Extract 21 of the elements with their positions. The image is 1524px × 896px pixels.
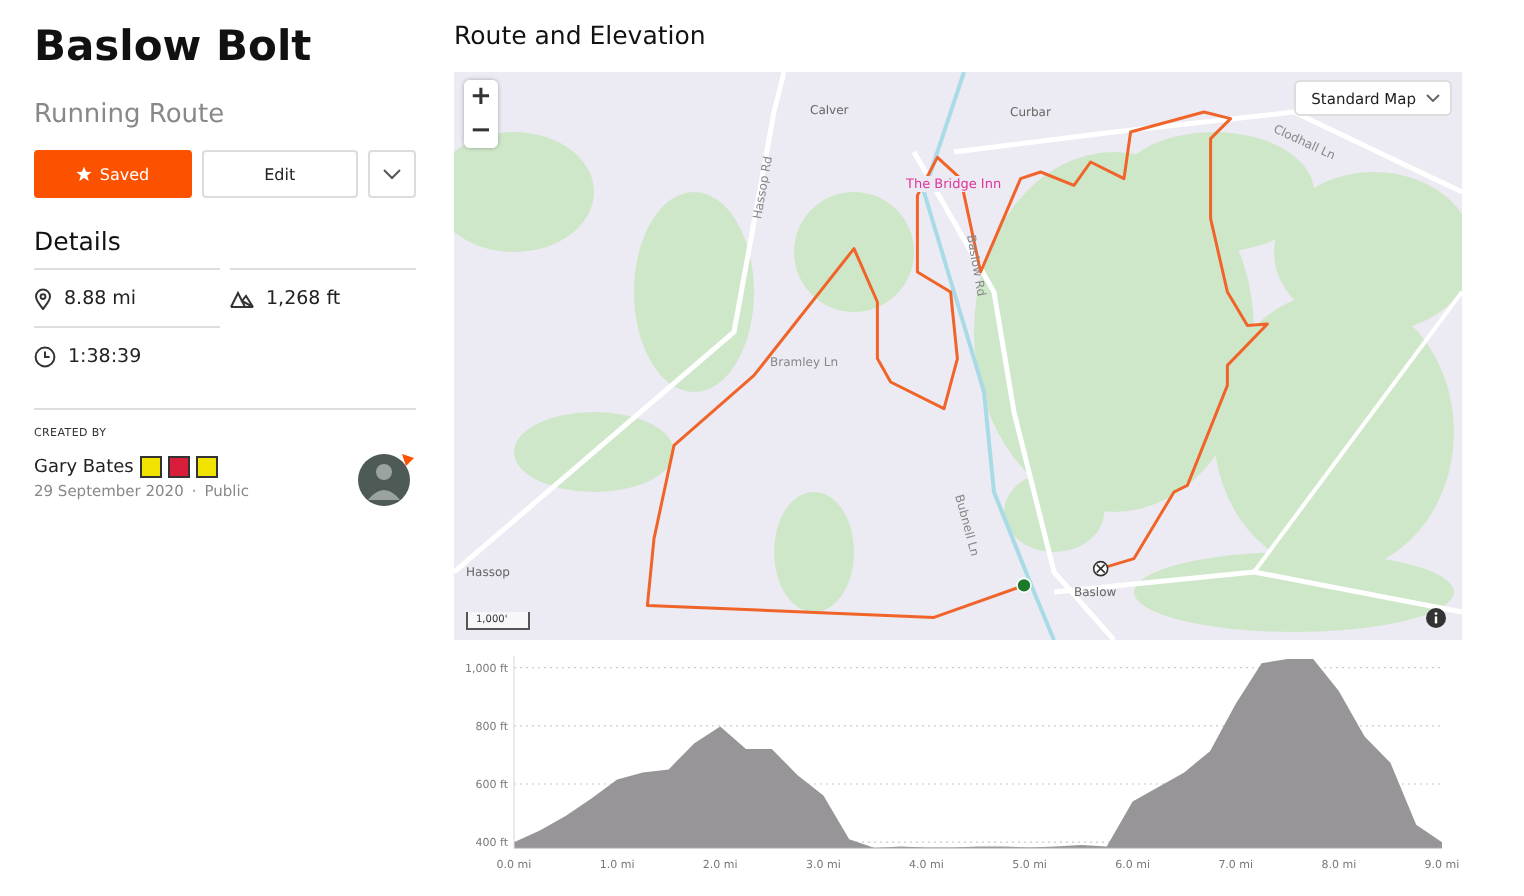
location-pin-icon	[34, 287, 52, 309]
info-icon[interactable]	[1426, 608, 1446, 628]
start-marker	[1016, 577, 1032, 594]
creator-name: Gary Bates	[34, 457, 134, 477]
star-icon	[75, 166, 92, 182]
chevron-down-icon	[382, 168, 403, 180]
stat-value: 1:38:39	[68, 345, 142, 367]
chevron-down-icon	[1426, 94, 1440, 102]
finish-flag-icon	[1092, 560, 1109, 577]
stat-value: 1,268 ft	[266, 287, 341, 309]
stat-value: 8.88 mi	[64, 287, 137, 309]
mountain-icon	[230, 289, 254, 307]
edit-button[interactable]: Edit	[201, 150, 359, 198]
clock-icon	[34, 345, 56, 367]
route-title: Baslow Bolt	[34, 20, 314, 74]
section-heading: Route and Elevation	[454, 20, 708, 52]
route-type: Running Route	[34, 100, 227, 130]
details-heading: Details	[34, 226, 123, 256]
zoom-out-button[interactable]: −	[464, 114, 498, 148]
zoom-in-button[interactable]: +	[464, 80, 498, 114]
avatar-icon[interactable]	[356, 448, 416, 508]
